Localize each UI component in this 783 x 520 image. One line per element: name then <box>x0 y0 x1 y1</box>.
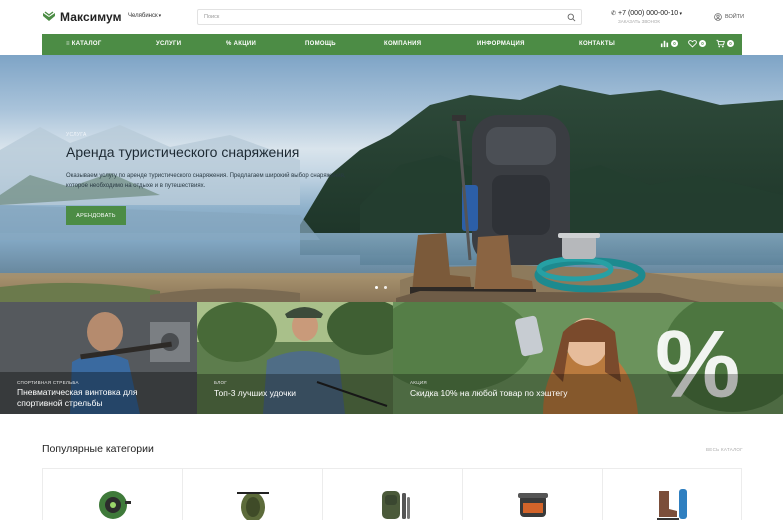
nav-sales[interactable]: % АКЦИИ <box>226 41 256 47</box>
nav-information[interactable]: ИНФОРМАЦИЯ <box>477 41 525 47</box>
compare-button[interactable]: 0 <box>660 39 678 48</box>
compare-count: 0 <box>671 40 678 47</box>
slider-dot-1[interactable] <box>375 286 378 289</box>
logo-icon <box>43 11 55 21</box>
search-icon[interactable] <box>567 13 576 22</box>
main-nav: ≡ КАТАЛОГ УСЛУГИ % АКЦИИ ПОМОЩЬ КОМПАНИЯ… <box>42 34 742 55</box>
user-icon <box>714 13 722 21</box>
city-label: Челябинск <box>128 13 158 19</box>
slider-dots <box>375 286 387 289</box>
callback-link[interactable]: ЗАКАЗАТЬ ЗВОНОК <box>618 19 660 24</box>
backpack-icon <box>382 491 410 519</box>
nav-services[interactable]: УСЛУГИ <box>156 41 181 47</box>
category-card-backpacks[interactable] <box>322 468 462 520</box>
promo-tiles: СПОРТИВНАЯ СТРЕЛЬБА Пневматическая винто… <box>0 302 783 414</box>
tile-tag: БЛОГ <box>214 380 228 385</box>
menu-icon: ≡ <box>66 41 72 47</box>
hero-description: Оказываем услугу по аренде туристическог… <box>66 173 346 189</box>
nav-actions: 0 0 0 <box>660 39 734 48</box>
category-card-cookware[interactable] <box>462 468 602 520</box>
hero-banner: УСЛУГА Аренда туристического снаряжения … <box>0 55 783 302</box>
section-title: Популярные категории <box>42 443 154 455</box>
tile-tag: АКЦИЯ <box>410 380 427 385</box>
category-cards <box>42 468 742 520</box>
nav-catalog-label: КАТАЛОГ <box>71 41 102 47</box>
login-label: ВОЙТИ <box>725 14 745 20</box>
tile-title: Скидка 10% на любой товар по хэштегу <box>410 388 568 398</box>
fishing-reel-icon <box>99 491 131 519</box>
header: Максимум Челябинск▾ ✆+7 (000) 000-00-10 … <box>0 0 783 34</box>
heart-icon <box>688 40 697 48</box>
cooking-pot-icon <box>518 493 548 517</box>
category-card-reels[interactable] <box>42 468 182 520</box>
search-box <box>197 9 582 25</box>
hero-tag: УСЛУГА <box>66 132 87 138</box>
nav-contacts[interactable]: КОНТАКТЫ <box>579 41 615 47</box>
cart-icon <box>716 39 725 48</box>
category-card-skates[interactable] <box>602 468 742 520</box>
chevron-down-icon: ▾ <box>158 13 162 19</box>
chevron-down-icon: ▾ <box>678 11 683 17</box>
skates-icon <box>657 489 687 520</box>
tile-title: Топ-3 лучших удочки <box>214 388 296 398</box>
phone-number: +7 (000) 000-00-10 <box>618 10 679 17</box>
cart-count: 0 <box>727 40 734 47</box>
nav-help[interactable]: ПОМОЩЬ <box>305 41 336 47</box>
rent-button[interactable]: АРЕНДОВАТЬ <box>66 206 126 225</box>
category-card-boats[interactable] <box>182 468 322 520</box>
all-catalog-link[interactable]: ВЕСЬ КАТАЛОГ <box>706 447 743 452</box>
favorites-button[interactable]: 0 <box>688 39 706 48</box>
slider-dot-2[interactable] <box>384 286 387 289</box>
nav-sales-label: АКЦИИ <box>233 41 257 47</box>
promo-tile-blog[interactable]: БЛОГ Топ-3 лучших удочки <box>197 302 393 414</box>
boat-icon <box>237 492 269 520</box>
tile-title: Пневматическая винтовка для спортивной с… <box>17 387 138 408</box>
login-button[interactable]: ВОЙТИ <box>714 13 744 21</box>
search-input[interactable] <box>204 11 564 23</box>
cart-button[interactable]: 0 <box>716 39 734 48</box>
favorites-count: 0 <box>699 40 706 47</box>
promo-tile-shooting[interactable]: СПОРТИВНАЯ СТРЕЛЬБА Пневматическая винто… <box>0 302 197 414</box>
percent-icon: % <box>226 41 234 47</box>
hero-title: Аренда туристического снаряжения <box>66 144 300 160</box>
nav-company[interactable]: КОМПАНИЯ <box>384 41 421 47</box>
promo-tile-sale[interactable]: % АКЦИЯ Скидка 10% на любой товар по хэш… <box>393 302 783 414</box>
logo-text: Максимум <box>60 10 122 24</box>
phone[interactable]: ✆ +7 (000) 000-00-10 ▾ <box>611 10 682 17</box>
logo[interactable]: Максимум <box>42 10 122 24</box>
tile-tag: СПОРТИВНАЯ СТРЕЛЬБА <box>17 380 79 385</box>
city-selector[interactable]: Челябинск▾ <box>128 13 161 19</box>
compare-icon <box>660 40 669 48</box>
nav-catalog[interactable]: ≡ КАТАЛОГ <box>66 41 102 47</box>
phone-icon: ✆ <box>611 11 617 17</box>
